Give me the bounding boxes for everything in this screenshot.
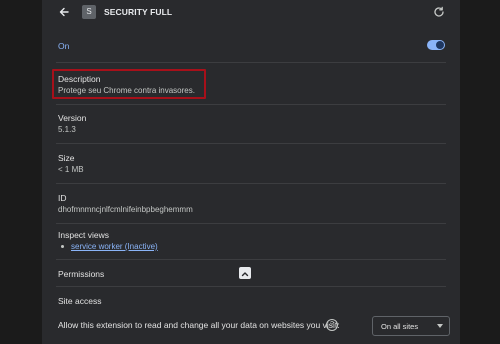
site-access-selected-value: On all sites (381, 322, 419, 331)
dropdown-caret-icon (437, 324, 443, 328)
help-icon[interactable]: ? (326, 319, 338, 331)
list-bullet (61, 245, 64, 248)
site-access-prompt: Allow this extension to read and change … (58, 320, 340, 330)
permissions-expand-button[interactable] (239, 267, 251, 279)
divider (56, 183, 446, 184)
site-access-heading: Site access (58, 296, 102, 306)
size-value: < 1 MB (58, 165, 84, 174)
permissions-heading: Permissions (58, 269, 105, 279)
toggle-knob (436, 41, 444, 49)
inspect-views-heading: Inspect views (58, 230, 110, 240)
back-button[interactable] (56, 4, 72, 20)
divider (56, 104, 446, 105)
version-heading: Version (58, 113, 87, 123)
enable-toggle[interactable] (427, 40, 445, 50)
reload-button[interactable] (432, 5, 446, 19)
chevron-up-icon (241, 272, 249, 277)
divider (56, 62, 446, 63)
site-access-select[interactable]: On all sites (372, 316, 450, 336)
reload-icon (434, 6, 444, 17)
service-worker-link[interactable]: service worker (Inactive) (71, 242, 158, 251)
description-highlight-box (52, 69, 206, 99)
divider (56, 286, 446, 287)
extension-title: SECURITY FULL (104, 7, 173, 17)
divider (56, 143, 446, 144)
version-value: 5.1.3 (58, 125, 76, 134)
divider (56, 223, 446, 224)
size-heading: Size (58, 153, 75, 163)
divider (56, 259, 446, 260)
id-value: dhofmnmncjnlfcmlnifeinbpbeghemmm (58, 205, 193, 214)
back-arrow-icon (59, 7, 69, 17)
id-heading: ID (58, 193, 67, 203)
details-panel (42, 0, 460, 344)
extension-details-page: S SECURITY FULL On Description Protege s… (0, 0, 500, 344)
extension-icon: S (82, 5, 96, 19)
enabled-label: On (58, 41, 70, 51)
